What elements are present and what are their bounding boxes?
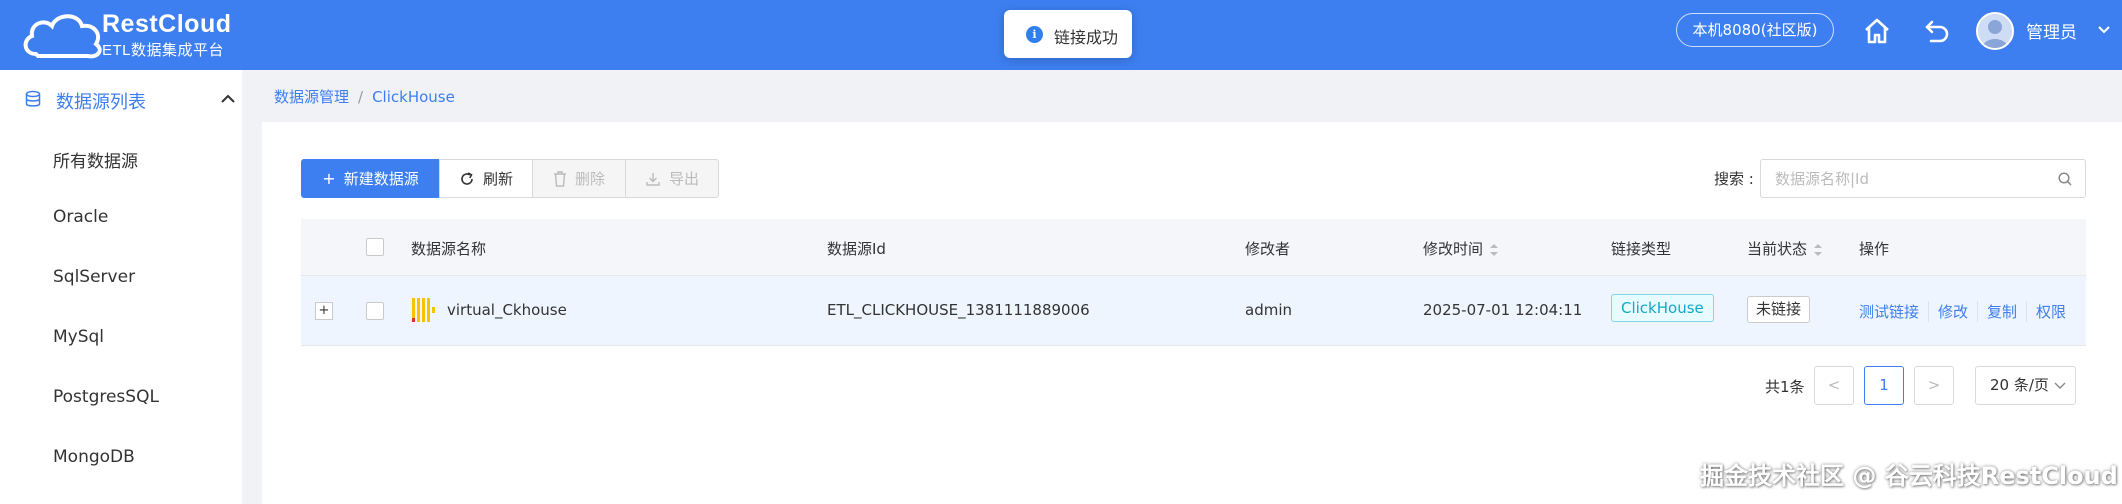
- toast-message: 链接成功: [1054, 28, 1119, 47]
- sidebar-item-label: 所有数据源: [53, 152, 138, 172]
- test-connection-link[interactable]: 测试链接: [1859, 301, 1928, 322]
- status-badge: 未链接: [1747, 296, 1811, 323]
- row-actions: 测试链接 修改 复制 权限: [1859, 301, 2075, 322]
- restcloud-logo[interactable]: RestCloud ETL数据集成平台: [20, 6, 232, 64]
- cloud-logo-icon: [23, 14, 102, 59]
- breadcrumb: 数据源管理 / ClickHouse: [274, 86, 455, 107]
- watermark: 掘金技术社区 @ 谷云科技RestCloud: [1700, 462, 2118, 490]
- sidebar-item-label: PostgresSQL: [53, 387, 159, 407]
- chevron-down-icon[interactable]: [2096, 22, 2112, 38]
- delete-button[interactable]: 删除: [532, 159, 626, 198]
- modifier: admin: [1245, 301, 1292, 319]
- total-count: 共1条: [1765, 378, 1805, 396]
- environment-badge[interactable]: 本机8080(社区版): [1676, 13, 1834, 47]
- column-header-id: 数据源Id: [827, 240, 886, 258]
- column-header-modified-time[interactable]: 修改时间: [1423, 238, 1499, 259]
- column-header-name: 数据源名称: [411, 240, 487, 258]
- refresh-button[interactable]: 刷新: [439, 159, 533, 198]
- column-header-modified-time-label: 修改时间: [1423, 240, 1484, 258]
- plus-icon: +: [322, 169, 336, 188]
- datasource-id: ETL_CLICKHOUSE_1381111889006: [827, 301, 1090, 319]
- modified-time: 2025-07-01 12:04:11: [1423, 301, 1583, 319]
- sidebar-item-label: MongoDB: [53, 447, 135, 467]
- clickhouse-logo-icon: [412, 298, 435, 322]
- table-header: 数据源名称 数据源Id 修改者 修改时间 链接类型 当前状态 操作: [301, 219, 2086, 276]
- sidebar-title: 数据源列表: [56, 92, 146, 113]
- success-toast: i 链接成功: [1004, 10, 1132, 58]
- export-label: 导出: [668, 170, 699, 188]
- search-input[interactable]: [1775, 168, 2045, 190]
- copy-link[interactable]: 复制: [1977, 301, 2026, 322]
- datasource-name[interactable]: virtual_Ckhouse: [447, 301, 567, 319]
- sidebar-item-all[interactable]: 所有数据源: [0, 130, 242, 186]
- next-page-button[interactable]: >: [1914, 366, 1954, 405]
- sidebar-item-sqlserver[interactable]: SqlServer: [0, 250, 242, 306]
- sidebar-item-label: MySql: [53, 327, 105, 347]
- column-header-status[interactable]: 当前状态: [1747, 238, 1823, 259]
- column-header-status-label: 当前状态: [1747, 240, 1808, 258]
- link-type-tag: ClickHouse: [1611, 294, 1714, 322]
- delete-label: 删除: [574, 170, 605, 188]
- breadcrumb-clickhouse[interactable]: ClickHouse: [372, 88, 455, 106]
- chevron-down-icon: [2054, 382, 2066, 389]
- row-checkbox[interactable]: [366, 302, 384, 320]
- search-label: 搜索 :: [1714, 170, 1754, 188]
- table-row[interactable]: + virtual_Ckhouse ETL_CLICKHOUSE_1381111…: [301, 276, 2086, 346]
- top-header: RestCloud ETL数据集成平台 i 链接成功 本机8080(社区版) 管…: [0, 0, 2122, 70]
- sidebar-item-mongodb[interactable]: MongoDB: [0, 430, 242, 486]
- info-icon: i: [1026, 26, 1043, 43]
- column-header-modifier: 修改者: [1245, 240, 1291, 258]
- toolbar: + 新建数据源 刷新 删除 导出: [301, 159, 719, 198]
- page-size-value: 20 条/页: [1990, 376, 2049, 394]
- new-datasource-button[interactable]: + 新建数据源: [301, 159, 440, 198]
- permission-link[interactable]: 权限: [2026, 301, 2075, 322]
- page-1-button[interactable]: 1: [1864, 366, 1904, 405]
- sidebar-item-mysql[interactable]: MySql: [0, 310, 242, 366]
- home-icon[interactable]: [1862, 16, 1892, 46]
- sidebar-section-datasource-list[interactable]: 数据源列表: [0, 70, 242, 130]
- sidebar-item-postgressql[interactable]: PostgresSQL: [0, 370, 242, 426]
- download-icon: [646, 172, 660, 186]
- back-icon[interactable]: [1922, 16, 1952, 46]
- trash-icon: [553, 170, 566, 187]
- prev-page-button[interactable]: <: [1814, 366, 1854, 405]
- refresh-label: 刷新: [482, 170, 513, 188]
- sidebar: 数据源列表 所有数据源 Oracle SqlServer MySql Postg…: [0, 70, 242, 504]
- sidebar-item-oracle[interactable]: Oracle: [0, 190, 242, 246]
- database-icon: [25, 90, 41, 107]
- edit-link[interactable]: 修改: [1928, 301, 1977, 322]
- breadcrumb-separator: /: [358, 88, 364, 106]
- brand-subtitle: ETL数据集成平台: [102, 42, 225, 59]
- expand-row-button[interactable]: +: [315, 302, 333, 320]
- page-size-select[interactable]: 20 条/页: [1975, 366, 2076, 405]
- export-button[interactable]: 导出: [625, 159, 719, 198]
- sidebar-item-label: SqlServer: [53, 267, 136, 287]
- sort-icon[interactable]: [1813, 242, 1823, 258]
- new-datasource-label: 新建数据源: [343, 170, 419, 188]
- column-header-link-type: 链接类型: [1611, 240, 1672, 258]
- user-avatar-icon: [1982, 20, 2008, 48]
- search-icon[interactable]: [2057, 171, 2073, 187]
- user-avatar[interactable]: [1976, 12, 2014, 50]
- breadcrumb-datasource-management[interactable]: 数据源管理: [274, 88, 349, 106]
- user-name[interactable]: 管理员: [2026, 18, 2077, 43]
- select-all-checkbox[interactable]: [366, 238, 384, 256]
- chevron-up-icon[interactable]: [218, 90, 238, 108]
- search-box: [1760, 159, 2086, 198]
- column-header-actions: 操作: [1859, 240, 1890, 258]
- brand-name: RestCloud: [102, 10, 232, 38]
- sidebar-item-label: Oracle: [53, 207, 109, 227]
- refresh-icon: [461, 171, 473, 185]
- sort-icon[interactable]: [1489, 242, 1499, 258]
